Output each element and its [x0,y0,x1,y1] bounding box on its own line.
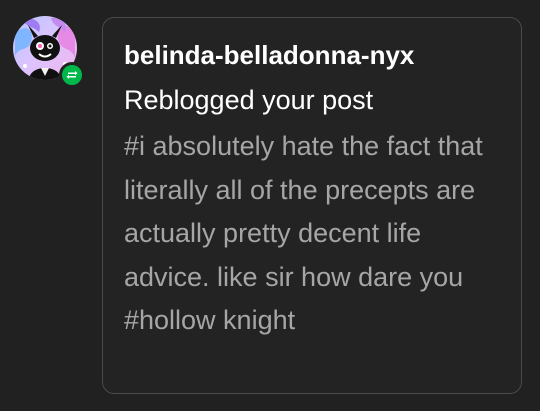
username-link[interactable]: belinda-belladonna-nyx [124,40,414,70]
activity-action: Reblogged your post [124,85,374,115]
tag-link[interactable]: #hollow knight [124,305,295,335]
reblog-badge [59,62,85,88]
notification-card[interactable]: belinda-belladonna-nyx Reblogged your po… [102,17,522,394]
reblog-icon [66,71,78,79]
activity-notification[interactable]: belinda-belladonna-nyx Reblogged your po… [0,0,540,411]
avatar-container [13,16,85,88]
tag-link[interactable]: #i absolutely hate the fact that literal… [124,131,483,292]
post-tags: #i absolutely hate the fact that literal… [124,125,509,343]
